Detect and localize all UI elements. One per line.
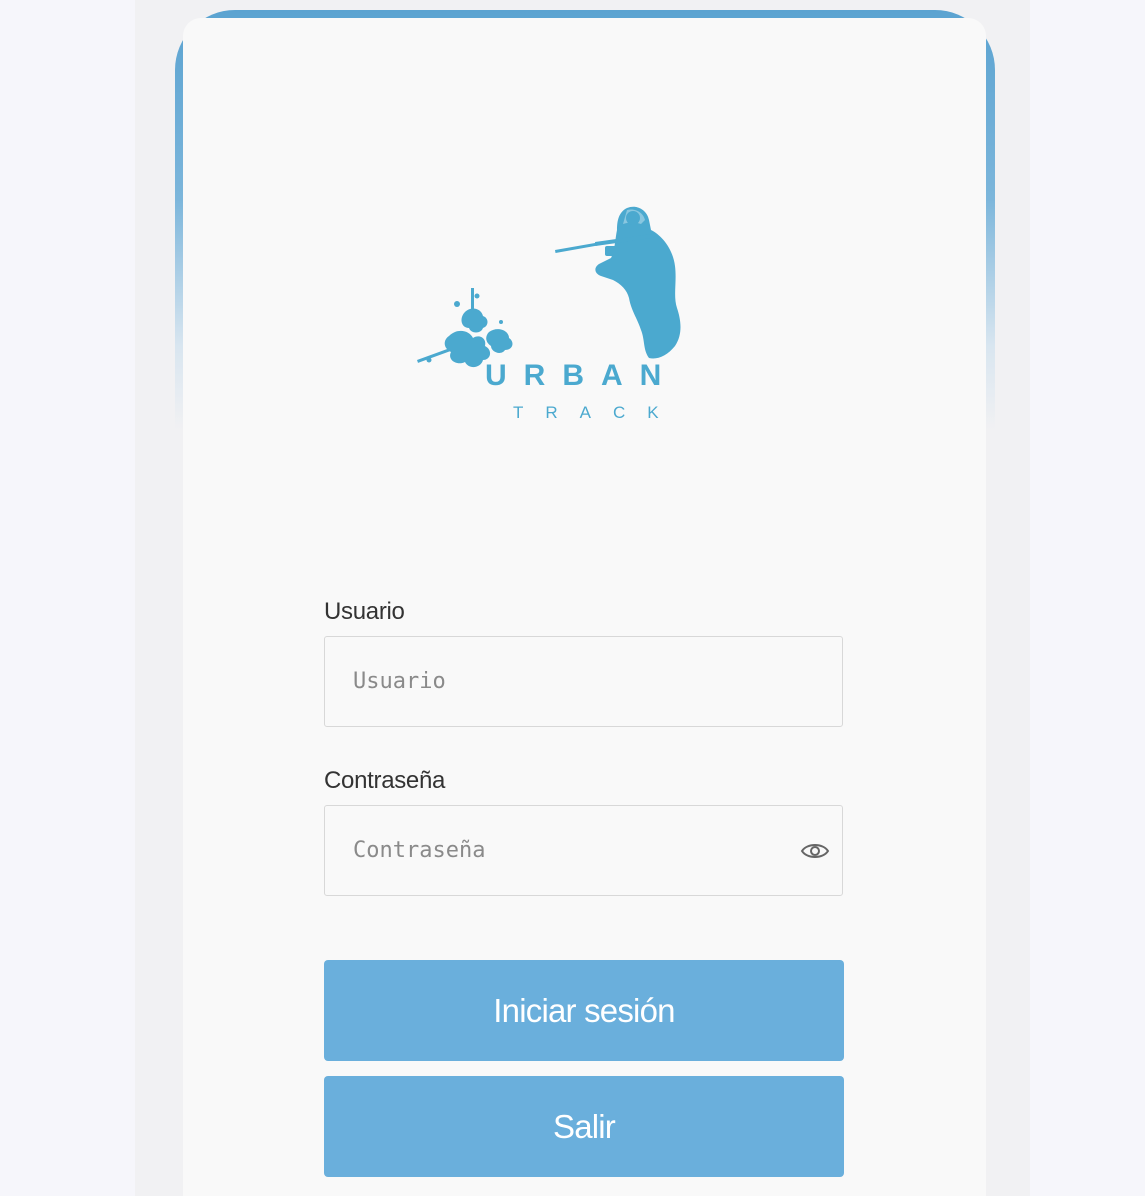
username-field[interactable]: [324, 636, 843, 727]
username-input[interactable]: [353, 637, 793, 726]
password-field[interactable]: [324, 805, 843, 896]
login-page: URBAN TRACK Usuario Contraseña Iniciar s…: [0, 0, 1145, 1196]
login-button[interactable]: Iniciar sesión: [324, 960, 844, 1061]
brand-name-track: TRACK: [513, 403, 681, 422]
brand-name-urban: URBAN: [485, 359, 678, 392]
urban-track-logo: URBAN TRACK: [417, 206, 681, 422]
password-label: Contraseña: [324, 767, 446, 794]
password-input[interactable]: [353, 806, 793, 895]
paint-splatter: [444, 330, 491, 368]
eye-icon[interactable]: [800, 838, 830, 864]
exit-button[interactable]: Salir: [324, 1076, 844, 1177]
username-label: Usuario: [324, 598, 405, 625]
paintball-player-icon: [595, 206, 681, 359]
